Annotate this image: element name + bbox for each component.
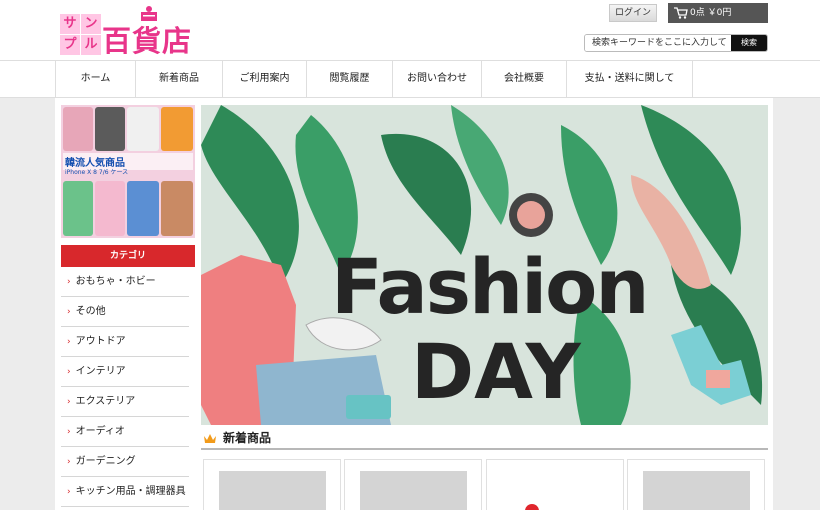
category-item-label: エクステリア <box>75 396 136 407</box>
cart-icon <box>674 7 688 19</box>
product-logo-icon <box>525 504 539 510</box>
category-item[interactable]: › アウトドア <box>61 327 189 357</box>
hero-title-line2: DAY <box>411 327 581 416</box>
new-items-title: 新着商品 <box>223 431 272 445</box>
category-item-label: ガーデニング <box>75 456 136 467</box>
category-list: › おもちゃ・ホビー › その他 › アウトドア › インテリア › エクステリア › オー… <box>61 267 189 507</box>
chevron-right-icon: › <box>67 337 71 347</box>
category-item[interactable]: › キッチン用品・調理器具 <box>61 477 189 507</box>
product-card[interactable] <box>627 459 765 510</box>
nav-item-home[interactable]: ホーム <box>56 61 136 97</box>
product-card[interactable] <box>344 459 482 510</box>
nav-item-contact[interactable]: お問い合わせ <box>393 61 482 97</box>
hero-title-line1: Fashion <box>331 242 649 331</box>
logo-main-text: 百貨店 <box>102 24 193 58</box>
category-header: カテゴリ <box>61 245 195 267</box>
chevron-right-icon: › <box>67 427 71 437</box>
nav-item-payment[interactable]: 支払・送料に関して <box>567 61 693 97</box>
category-item-label: おもちゃ・ホビー <box>75 276 156 287</box>
chevron-right-icon: › <box>67 457 71 467</box>
new-items-heading: 新着商品 <box>201 428 768 450</box>
category-item-label: オーディオ <box>75 426 125 437</box>
site-logo[interactable]: サ ン プ ル 百貨店 <box>60 6 192 58</box>
category-item[interactable]: › おもちゃ・ホビー <box>61 267 189 297</box>
logo-char-4: ル <box>81 35 101 55</box>
product-card[interactable] <box>203 459 341 510</box>
chevron-right-icon: › <box>67 307 71 317</box>
product-card[interactable] <box>486 459 624 510</box>
chevron-right-icon: › <box>67 397 71 407</box>
chevron-right-icon: › <box>67 487 71 497</box>
category-item-label: アウトドア <box>75 336 126 347</box>
search-button[interactable]: 検索 <box>731 35 767 51</box>
product-thumbnail <box>643 471 750 510</box>
cart-button[interactable]: 0点 ￥0円 <box>668 3 768 23</box>
side-banner-subcaption: iPhone X 8 7/6 ケース <box>65 169 129 176</box>
chevron-right-icon: › <box>67 277 71 287</box>
category-item[interactable]: › オーディオ <box>61 417 189 447</box>
logo-char-2: ン <box>81 14 101 34</box>
search-input[interactable] <box>585 35 733 51</box>
login-button[interactable]: ログイン <box>609 4 657 22</box>
category-item[interactable]: › インテリア <box>61 357 189 387</box>
logo-char-1: サ <box>60 14 80 34</box>
category-item[interactable]: › エクステリア <box>61 387 189 417</box>
category-item-label: その他 <box>75 306 106 317</box>
nav-item-guide[interactable]: ご利用案内 <box>223 61 307 97</box>
cart-summary: 0点 ￥0円 <box>690 8 732 18</box>
global-nav: ホーム 新着商品 ご利用案内 閲覧履歴 お問い合わせ 会社概要 支払・送料に関し… <box>0 60 820 98</box>
category-item-label: キッチン用品・調理器具 <box>75 486 186 497</box>
category-item[interactable]: › ガーデニング <box>61 447 189 477</box>
site-header: サ ン プ ル 百貨店 ログイン 0点 ￥0円 検索 <box>0 0 820 60</box>
search-bar: 検索 <box>584 34 768 52</box>
logo-char-3: プ <box>60 35 80 55</box>
nav-item-new-items[interactable]: 新着商品 <box>136 61 223 97</box>
category-item[interactable]: › その他 <box>61 297 189 327</box>
chevron-right-icon: › <box>67 367 71 377</box>
crown-icon <box>204 434 216 443</box>
category-item-label: インテリア <box>75 366 126 377</box>
side-banner-phone-cases[interactable]: 韓流人気商品 iPhone X 8 7/6 ケース <box>61 105 195 238</box>
hero-banner[interactable]: Fashion DAY <box>201 105 768 425</box>
nav-item-company[interactable]: 会社概要 <box>482 61 567 97</box>
product-thumbnail <box>219 471 326 510</box>
product-thumbnail <box>360 471 467 510</box>
nav-item-history[interactable]: 閲覧履歴 <box>307 61 393 97</box>
